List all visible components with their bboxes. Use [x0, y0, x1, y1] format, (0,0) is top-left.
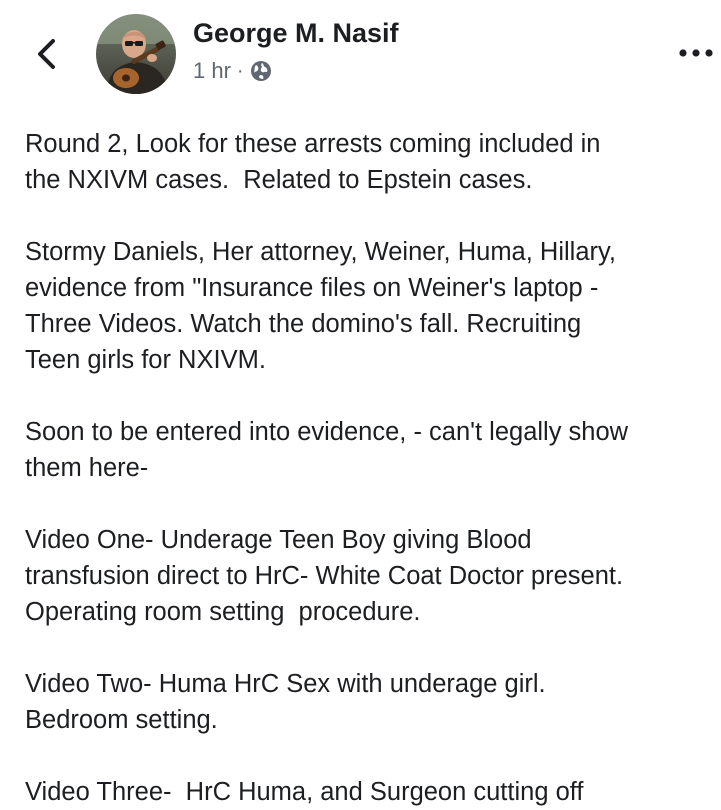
post-paragraph-4: Video One- Underage Teen Boy giving Bloo…	[25, 526, 624, 626]
chevron-left-icon	[38, 39, 55, 69]
more-options-button[interactable]	[676, 40, 716, 66]
avatar[interactable]	[96, 14, 176, 94]
post-body: Round 2, Look for these arrests coming i…	[25, 126, 721, 810]
back-button[interactable]	[28, 36, 64, 72]
meta-separator: ·	[236, 60, 244, 82]
post-header: George M. Nasif 1 hr ·	[0, 0, 721, 110]
post-paragraph-3: Soon to be entered into evidence, - can'…	[25, 418, 629, 482]
author-name[interactable]: George M. Nasif	[193, 18, 399, 49]
timestamp[interactable]: 1 hr	[193, 58, 231, 84]
globe-icon	[250, 61, 271, 81]
post-paragraph-5: Video Two- Huma HrC Sex with underage gi…	[25, 670, 546, 734]
post-paragraph-2: Stormy Daniels, Her attorney, Weiner, Hu…	[25, 238, 616, 374]
post-paragraph-6: Video Three- HrC Huma, and Surgeon cutti…	[25, 778, 584, 806]
post-meta: 1 hr ·	[193, 56, 272, 86]
more-horizontal-icon	[679, 49, 713, 57]
post-paragraph-1: Round 2, Look for these arrests coming i…	[25, 130, 601, 194]
